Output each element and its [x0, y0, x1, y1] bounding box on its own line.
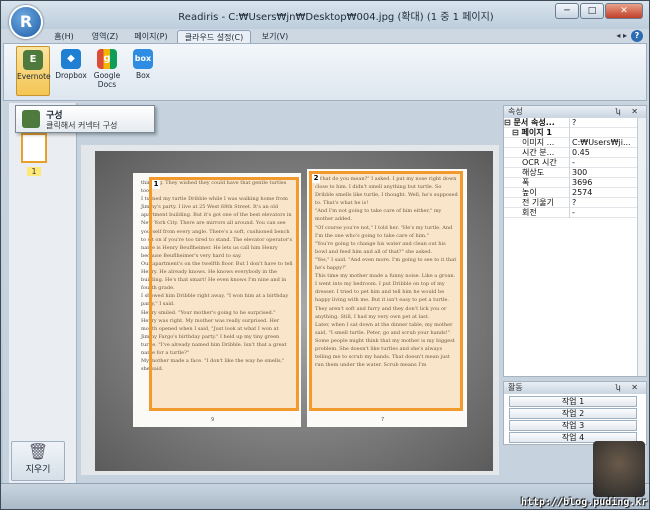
- property-row[interactable]: 폭 3696: [504, 178, 638, 188]
- properties-header: 속성 ʮ ✕: [504, 106, 646, 118]
- ribbon-panel: E Evernote ◆ Dropbox g Google Docs box B…: [3, 43, 647, 101]
- property-key: ⊟ 페이지 1: [504, 128, 570, 138]
- trash-icon: 🗑: [27, 442, 49, 461]
- minimize-button[interactable]: ─: [555, 3, 579, 19]
- tab-home[interactable]: 홈(H): [47, 30, 81, 43]
- job-item[interactable]: 작업 1: [509, 396, 637, 407]
- property-value: 3696: [572, 178, 593, 187]
- tab-scroll-arrows[interactable]: ◂ ▸: [616, 31, 627, 40]
- watermark: http://blog.puding.kr: [521, 497, 648, 508]
- page-number-badge: 1: [27, 167, 41, 176]
- app-window: Readiris - C:₩Users₩jn₩Desktop₩004.jpg (…: [0, 0, 650, 510]
- zone-number: 1: [152, 180, 160, 189]
- scanned-image: thinking. They wished they could have th…: [95, 151, 493, 471]
- property-value: -: [572, 208, 575, 217]
- tab-cloud-settings[interactable]: 클라우드 설정(C): [177, 30, 251, 43]
- properties-pin-close-icon[interactable]: ʮ ✕: [615, 106, 642, 118]
- help-icon[interactable]: ?: [631, 30, 643, 42]
- property-key: 전 기울기: [504, 198, 570, 208]
- property-key: 이미지 ...: [504, 138, 570, 148]
- evernote-tooltip: 구성 클릭해서 커넥터 구성: [15, 105, 155, 133]
- evernote-button[interactable]: E Evernote: [16, 46, 51, 96]
- job-item[interactable]: 작업 3: [509, 420, 637, 431]
- page-thumbnails-panel: 1: [9, 103, 77, 485]
- property-row[interactable]: 해상도 300: [504, 168, 638, 178]
- property-value: 2574: [572, 188, 593, 197]
- properties-scrollbar[interactable]: [637, 118, 646, 376]
- property-key: 해상도: [504, 168, 570, 178]
- title-bar: Readiris - C:₩Users₩jn₩Desktop₩004.jpg (…: [1, 1, 649, 29]
- box-button[interactable]: box Box: [126, 46, 160, 96]
- property-row[interactable]: ⊟ 문서 속성...?: [504, 118, 638, 128]
- job-item[interactable]: 작업 2: [509, 408, 637, 419]
- activity-header: 활동 ʮ ✕: [504, 382, 646, 394]
- maximize-button[interactable]: □: [580, 3, 604, 19]
- window-controls: ─ □ ✕: [555, 3, 643, 19]
- tab-page[interactable]: 페이지(P): [129, 30, 173, 43]
- window-title: Readiris - C:₩Users₩jn₩Desktop₩004.jpg (…: [178, 12, 494, 23]
- left-page-number: 9: [211, 417, 215, 423]
- tooltip-description: 클릭해서 커넥터 구성: [46, 121, 118, 130]
- google-docs-button[interactable]: g Google Docs: [90, 46, 124, 96]
- property-value: 300: [572, 168, 588, 177]
- properties-title: 속성: [508, 107, 523, 116]
- recognition-zone-1[interactable]: 1: [149, 177, 299, 411]
- property-key: 회전: [504, 208, 570, 218]
- property-key: 폭: [504, 178, 570, 188]
- property-value: C:₩Users₩ji...: [572, 138, 631, 147]
- activity-panel: 활동 ʮ ✕ 작업 1 작업 2 작업 3 작업 4: [503, 381, 647, 445]
- property-value: ?: [572, 198, 577, 207]
- right-page-number: 7: [381, 417, 385, 423]
- tab-view[interactable]: 보기(V): [255, 30, 295, 43]
- property-row[interactable]: 전 기울기?: [504, 198, 638, 208]
- close-button[interactable]: ✕: [605, 3, 643, 19]
- delete-button[interactable]: 🗑 지우기: [11, 441, 65, 481]
- evernote-icon: E: [23, 50, 43, 70]
- dropbox-button[interactable]: ◆ Dropbox: [54, 46, 88, 96]
- page-thumbnail[interactable]: [21, 133, 47, 163]
- dropbox-icon: ◆: [61, 49, 81, 69]
- property-row[interactable]: OCR 시간 -: [504, 158, 638, 168]
- avatar: [593, 441, 645, 497]
- recognition-zone-2[interactable]: 2: [309, 171, 463, 411]
- dropbox-label: Dropbox: [55, 71, 87, 80]
- app-menu-icon[interactable]: R: [9, 5, 43, 39]
- property-key: OCR 시간: [504, 158, 570, 168]
- activity-pin-close-icon[interactable]: ʮ ✕: [615, 382, 642, 394]
- tab-zone[interactable]: 영역(Z): [85, 30, 125, 43]
- ribbon-tabs: 홈(H) 영역(Z) 페이지(P) 클라우드 설정(C) 보기(V) ◂ ▸ ?: [1, 29, 649, 43]
- property-key: 높이: [504, 188, 570, 198]
- property-row[interactable]: 회전 -: [504, 208, 638, 218]
- property-key: 시간 분...: [504, 148, 570, 158]
- property-row[interactable]: 시간 분... 0.45: [504, 148, 638, 158]
- property-row[interactable]: ⊟ 페이지 1: [504, 128, 638, 138]
- properties-panel: 속성 ʮ ✕ ⊟ 문서 속성...? ⊟ 페이지 1 이미지 ... C:₩Users…: [503, 105, 647, 377]
- box-icon: box: [133, 49, 153, 69]
- evernote-label: Evernote: [17, 72, 51, 81]
- property-row[interactable]: 이미지 ... C:₩Users₩ji...: [504, 138, 638, 148]
- property-value: -: [572, 158, 575, 167]
- evernote-icon: [22, 110, 40, 128]
- google-docs-icon: g: [97, 49, 117, 69]
- box-label: Box: [136, 71, 150, 80]
- property-row[interactable]: 높이 2574: [504, 188, 638, 198]
- property-value: [572, 128, 638, 138]
- google-docs-label: Google Docs: [93, 71, 121, 89]
- activity-title: 활동: [508, 383, 523, 392]
- zone-number: 2: [312, 174, 320, 183]
- property-value: ?: [572, 118, 577, 127]
- property-value: 0.45: [572, 148, 590, 157]
- delete-label: 지우기: [25, 465, 51, 475]
- property-key: ⊟ 문서 속성...: [504, 118, 570, 128]
